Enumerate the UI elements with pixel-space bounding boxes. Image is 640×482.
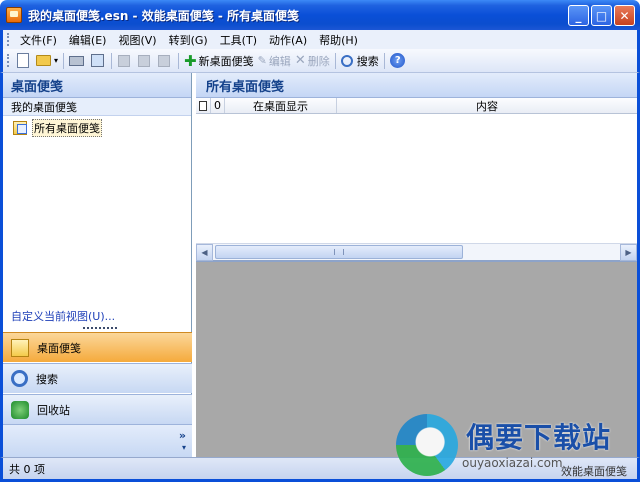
- column-show-label: 在桌面显示: [253, 99, 308, 113]
- content-pane-header: 所有桌面便笺: [196, 73, 637, 98]
- search-icon: [340, 54, 353, 67]
- nav-button-recycle-bin[interactable]: 回收站: [3, 394, 192, 424]
- watermark-title: 偶要下载站: [466, 421, 612, 454]
- watermark-logo-icon: [396, 414, 458, 476]
- column-content-label: 内容: [476, 99, 498, 113]
- copy-icon: [138, 54, 151, 67]
- pencil-icon: ✎: [257, 54, 267, 67]
- menu-grip[interactable]: [7, 33, 10, 46]
- minimize-button[interactable]: _: [568, 5, 589, 26]
- column-icon[interactable]: [196, 98, 211, 113]
- chevron-right-icon[interactable]: »: [179, 429, 186, 442]
- note-folder-icon: [13, 121, 27, 135]
- edit-label: 编辑: [268, 54, 291, 68]
- list-column-header: 0 在桌面显示 内容: [196, 98, 637, 114]
- open-button[interactable]: ▾: [34, 51, 60, 71]
- tree-item-all-notes[interactable]: 所有桌面便笺: [3, 118, 191, 138]
- paste-button[interactable]: [155, 51, 175, 71]
- folder-group-label: 我的桌面便笺: [3, 98, 191, 116]
- content-pane: 所有桌面便笺 0 在桌面显示 内容 ◀ ▶: [196, 73, 637, 457]
- sticky-note-icon: [11, 338, 29, 357]
- menu-goto[interactable]: 转到(G): [163, 32, 214, 48]
- print-preview-icon: [90, 54, 104, 67]
- scroll-thumb[interactable]: [215, 244, 463, 259]
- toolbar-separator: [63, 52, 65, 69]
- printer-icon: [69, 55, 85, 66]
- paste-icon: [158, 54, 171, 67]
- tree-item-label: 所有桌面便笺: [32, 119, 102, 137]
- delete-label: 删除: [307, 54, 330, 68]
- menu-tools[interactable]: 工具(T): [214, 32, 263, 48]
- toolbar-separator: [334, 52, 336, 69]
- more-options-arrow-icon[interactable]: ▾: [182, 443, 186, 452]
- window-controls: _ □ ✕: [568, 5, 635, 26]
- delete-button[interactable]: ✕ 删除: [293, 51, 332, 71]
- open-folder-icon: [36, 55, 51, 66]
- new-page-icon: [17, 53, 29, 68]
- menu-edit[interactable]: 编辑(E): [63, 32, 113, 48]
- pane-splitter-grip[interactable]: [83, 327, 117, 330]
- copy-button[interactable]: [135, 51, 155, 71]
- help-icon: ?: [390, 53, 406, 68]
- menu-view[interactable]: 视图(V): [112, 32, 162, 48]
- scroll-track[interactable]: [213, 244, 620, 261]
- toolbar-separator: [111, 52, 113, 69]
- nav-search-label: 搜索: [36, 372, 58, 386]
- document-icon: [199, 100, 207, 111]
- nav-button-notes[interactable]: 桌面便笺: [3, 332, 192, 362]
- horizontal-scrollbar[interactable]: ◀ ▶: [196, 243, 637, 261]
- site-watermark: 偶要下载站 ouyaoxiazai.com: [396, 414, 636, 478]
- menu-bar: 文件(F) 编辑(E) 视图(V) 转到(G) 工具(T) 动作(A) 帮助(H…: [0, 30, 640, 49]
- scroll-right-arrow-icon[interactable]: ▶: [620, 243, 637, 261]
- plus-icon: ✚: [184, 51, 197, 70]
- item-count-status: 共 0 项: [9, 462, 45, 476]
- navigation-pane-header: 桌面便笺: [3, 73, 191, 98]
- toolbar-grip[interactable]: [7, 54, 10, 67]
- edit-button[interactable]: ✎ 编辑: [256, 51, 293, 71]
- column-attachment[interactable]: 0: [211, 98, 225, 113]
- scroll-left-arrow-icon[interactable]: ◀: [196, 243, 213, 261]
- close-button[interactable]: ✕: [614, 5, 635, 26]
- toolbar-separator: [383, 52, 385, 69]
- dropdown-arrow-icon[interactable]: ▾: [54, 56, 58, 65]
- recycle-icon: [11, 400, 29, 419]
- menu-action[interactable]: 动作(A): [263, 32, 313, 48]
- toolbar-separator: [178, 52, 180, 69]
- window-title: 我的桌面便笺.esn - 效能桌面便笺 - 所有桌面便笺: [28, 8, 300, 23]
- scissors-icon: [118, 54, 131, 67]
- print-preview-button[interactable]: [88, 51, 108, 71]
- magnifier-icon: [11, 370, 28, 387]
- toolbar: ▾ ✚ 新桌面便笺 ✎ 编辑 ✕ 删除 搜索 ?: [0, 49, 640, 73]
- attachment-count-label: 0: [214, 99, 221, 112]
- notes-list[interactable]: [196, 114, 637, 243]
- nav-button-search[interactable]: 搜索: [3, 363, 192, 393]
- print-button[interactable]: [67, 51, 88, 71]
- nav-notes-label: 桌面便笺: [37, 341, 81, 355]
- column-show-on-desktop[interactable]: 在桌面显示: [225, 98, 337, 113]
- app-icon: [6, 7, 22, 23]
- watermark-subtitle: ouyaoxiazai.com: [462, 456, 563, 470]
- title-bar[interactable]: 我的桌面便笺.esn - 效能桌面便笺 - 所有桌面便笺 _ □ ✕: [0, 0, 640, 30]
- menu-file[interactable]: 文件(F): [14, 32, 63, 48]
- new-note-label: 新桌面便笺: [198, 54, 254, 68]
- new-file-button[interactable]: [14, 51, 34, 71]
- maximize-button[interactable]: □: [591, 5, 612, 26]
- help-button[interactable]: ?: [388, 51, 408, 71]
- delete-x-icon: ✕: [294, 53, 306, 68]
- search-button[interactable]: 搜索: [339, 51, 381, 71]
- column-content[interactable]: 内容: [337, 98, 637, 113]
- search-label: 搜索: [356, 54, 379, 68]
- nav-recycle-label: 回收站: [37, 403, 70, 417]
- navigation-footer: » ▾: [3, 424, 192, 457]
- cut-button[interactable]: [115, 51, 135, 71]
- customize-view-link[interactable]: 自定义当前视图(U)...: [11, 308, 115, 324]
- menu-help[interactable]: 帮助(H): [313, 32, 364, 48]
- new-note-button[interactable]: ✚ 新桌面便笺: [182, 51, 256, 71]
